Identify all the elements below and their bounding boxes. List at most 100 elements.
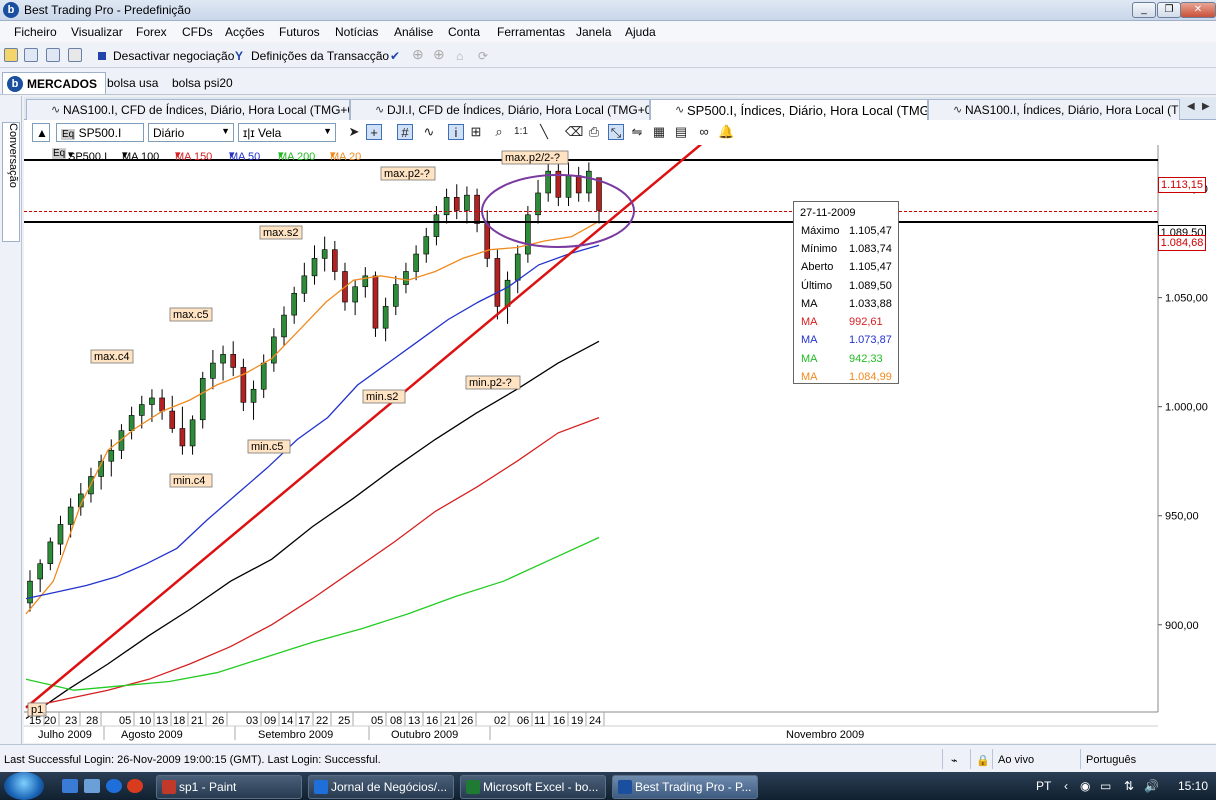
maximize-button[interactable]: ❐ (1157, 2, 1181, 18)
crosshair-icon[interactable]: + (366, 124, 382, 140)
menu-accoes[interactable]: Acções (225, 25, 264, 39)
app-quicklaunch-icon[interactable] (127, 779, 143, 793)
conversation-panel-tab[interactable]: Conversação (2, 122, 20, 242)
candle-up (565, 175, 572, 198)
alert-bell-icon[interactable]: 🔔 (718, 124, 734, 140)
connection-icon[interactable]: ⌁ (951, 754, 958, 767)
menu-futuros[interactable]: Futuros (279, 25, 320, 39)
tabs-scroll-right-icon[interactable]: ▶ (1202, 101, 1210, 112)
legend-ma20[interactable]: MA 20 ▾ (330, 148, 361, 163)
open-folder-icon[interactable] (4, 48, 18, 62)
menu-ferramentas[interactable]: Ferramentas (497, 25, 565, 39)
menu-janela[interactable]: Janela (576, 25, 611, 39)
autoscale-icon[interactable]: ⤡ (608, 124, 624, 140)
price-chart[interactable]: 1.100,001.050,001.000,00950,00900,00max.… (24, 145, 1216, 743)
template-icon[interactable]: ▤ (673, 124, 689, 140)
tooltip-row-min: Mínimo 1.083,74 (801, 243, 892, 255)
tab-bolsa-psi20[interactable]: bolsa psi20 (164, 72, 241, 94)
menu-analise[interactable]: Análise (394, 25, 433, 39)
display-tray-icon[interactable]: ▭ (1100, 779, 1111, 793)
taskbar-item-paint[interactable]: sp1 - Paint (156, 775, 302, 799)
show-desktop-icon[interactable] (62, 779, 78, 793)
menu-ajuda[interactable]: Ajuda (625, 25, 656, 39)
collapse-toggle[interactable]: ▲ (32, 123, 50, 142)
eraser-icon[interactable]: ⌫ (565, 124, 583, 140)
menu-ficheiro[interactable]: Ficheiro (14, 25, 57, 39)
zoom-reset-icon[interactable]: 1:1 (513, 124, 529, 140)
print-chart-icon[interactable]: ⎙ (586, 124, 602, 140)
tray-expand-icon[interactable]: ‹ (1064, 779, 1068, 793)
internet-explorer-icon[interactable] (106, 779, 122, 793)
minimize-button[interactable]: _ (1132, 2, 1156, 18)
annotation-label: max.c5 (173, 309, 208, 321)
taskbar-item-browser[interactable]: Jornal de Negócios/... (308, 775, 454, 799)
grid-icon[interactable]: # (397, 124, 413, 140)
explorer-icon[interactable] (84, 779, 100, 793)
period-select[interactable]: Diário ▼ (148, 123, 234, 142)
legend-symbol[interactable]: SP500.I ▾ (68, 148, 107, 163)
window-titlebar: b Best Trading Pro - Predefinição _ ❐ ✕ (0, 0, 1216, 21)
zoom-in-icon[interactable]: ⌕ (491, 124, 507, 140)
tab-bolsa-usa[interactable]: bolsa usa (99, 72, 166, 94)
legend-ma100[interactable]: MA 100 ▾ (122, 148, 159, 163)
info-icon[interactable]: i (448, 124, 464, 140)
live-mode-text: Ao vivo (998, 754, 1035, 766)
chart-type-select[interactable]: ɪ|ɪ Vela ▼ (238, 123, 336, 142)
input-language[interactable]: PT (1036, 779, 1051, 793)
refresh-icon[interactable]: ⟳ (478, 49, 488, 63)
legend-ma200[interactable]: MA 200 ▾ (278, 148, 315, 163)
save-icon[interactable] (24, 48, 38, 62)
menu-visualizar[interactable]: Visualizar (71, 25, 123, 39)
print-icon[interactable] (68, 48, 82, 62)
layout-icon[interactable]: ▦ (651, 124, 667, 140)
close-button[interactable]: ✕ (1180, 2, 1216, 18)
taskbar-item-excel[interactable]: Microsoft Excel - bo... (460, 775, 606, 799)
chart-tab-nas100[interactable]: ∿ NAS100.I, Índices, Diário, Hora Local … (928, 99, 1180, 120)
sync-tray-icon[interactable]: ⇅ (1124, 779, 1134, 793)
annotation-label: min.c5 (251, 441, 283, 453)
menu-noticias[interactable]: Notícias (335, 25, 378, 39)
disable-trading-button[interactable]: Desactivar negociação (113, 49, 234, 63)
compare-icon[interactable]: ⇋ (629, 124, 645, 140)
link-icon[interactable]: ∞ (696, 124, 712, 140)
legend-ma50[interactable]: MA 50 ▾ (229, 148, 260, 163)
checkmark-icon[interactable]: ✔ (390, 49, 400, 63)
network-tray-icon[interactable]: ◉ (1080, 779, 1090, 793)
candle-up (260, 362, 267, 390)
tab-mercados[interactable]: b MERCADOS (2, 72, 107, 94)
x-month-label: Setembro 2009 (258, 729, 333, 741)
browser-icon (314, 780, 328, 794)
menu-cfds[interactable]: CFDs (182, 25, 213, 39)
language-text[interactable]: Português (1086, 754, 1136, 766)
cursor-icon[interactable]: ➤ (346, 124, 362, 140)
menu-forex[interactable]: Forex (136, 25, 167, 39)
home-icon[interactable]: ⌂ (456, 49, 463, 63)
zoom-area-icon[interactable]: ⊞ (468, 124, 484, 140)
candle-down (240, 367, 247, 403)
chart-tab-dji-cfd[interactable]: ∿ DJI.I, CFD de Índices, Diário, Hora Lo… (350, 99, 650, 120)
back-icon[interactable]: ⊕ (412, 46, 424, 63)
candle-up (47, 541, 54, 565)
chart-tab-sp500[interactable]: ∿ SP500.I, Índices, Diário, Hora Local (… (650, 99, 928, 120)
annotation-label: max.c4 (94, 351, 129, 363)
forward-icon[interactable]: ⊕ (433, 46, 445, 63)
indicators-icon[interactable]: ∿ (421, 124, 437, 140)
start-button[interactable] (4, 772, 44, 800)
candle-up (291, 292, 297, 316)
trade-settings-button[interactable]: Definições da Transacção (251, 49, 389, 63)
menu-conta[interactable]: Conta (448, 25, 480, 39)
clock[interactable]: 15:10 (1178, 779, 1208, 793)
candle-down (159, 397, 165, 412)
trendline-icon[interactable]: ╲ (536, 124, 552, 140)
candle-icon: ɪ|ɪ (243, 126, 258, 140)
symbol-prefix: Eq (61, 129, 76, 140)
volume-tray-icon[interactable]: 🔊 (1144, 779, 1159, 793)
legend-ma150[interactable]: MA 150 ▾ (175, 148, 212, 163)
symbol-input[interactable]: Eq SP500.I (56, 123, 144, 142)
taskbar-item-best-trading[interactable]: Best Trading Pro - P... (612, 775, 758, 799)
tabs-scroll-left-icon[interactable]: ◀ (1187, 101, 1195, 112)
save-as-icon[interactable] (46, 48, 60, 62)
candle-up (464, 194, 470, 211)
chart-area[interactable]: 1.100,001.050,001.000,00950,00900,00max.… (24, 145, 1216, 743)
chart-tab-nas100-cfd[interactable]: ∿ NAS100.I, CFD de Índices, Diário, Hora… (26, 99, 350, 120)
